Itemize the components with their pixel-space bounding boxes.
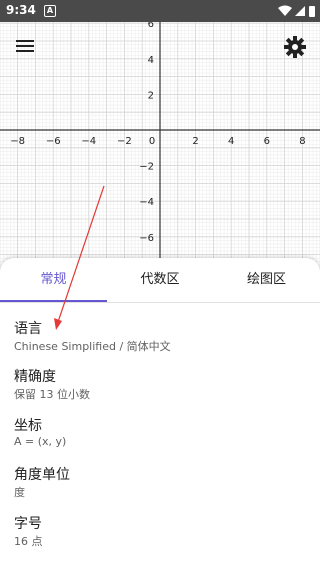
wifi-icon <box>278 5 292 16</box>
x-tick-label: 4 <box>228 136 234 147</box>
setting-language[interactable]: 语言 Chinese Simplified / 简体中文 <box>0 318 320 366</box>
setting-coordinates[interactable]: 坐标 A = (x, y) <box>0 415 320 463</box>
y-tick-label: 6 <box>148 22 154 30</box>
gear-icon <box>284 36 306 58</box>
x-tick-label: 8 <box>299 136 305 147</box>
settings-tabs: 常规 代数区 绘图区 <box>0 258 320 302</box>
setting-value: A = (x, y) <box>14 435 67 448</box>
setting-rounding[interactable]: 精确度 保留 13 位小数 <box>0 366 320 414</box>
settings-sheet: 常规 代数区 绘图区 语言 Chinese Simplified / 简体中文 … <box>0 258 320 568</box>
setting-value: Chinese Simplified / 简体中文 <box>14 340 171 353</box>
tab-divider <box>0 302 320 303</box>
y-tick-label: −2 <box>139 162 154 173</box>
setting-font-size[interactable]: 字号 16 点 <box>0 513 320 561</box>
menu-icon-bar <box>16 40 34 42</box>
menu-icon-bar <box>16 45 34 47</box>
y-tick-label: 2 <box>148 90 154 101</box>
app-notification-icon: A <box>44 5 56 17</box>
y-tick-label: 4 <box>148 55 154 66</box>
settings-button[interactable] <box>282 34 308 60</box>
y-tick-label: −6 <box>139 233 154 244</box>
setting-title: 角度单位 <box>14 467 70 483</box>
x-tick-label: −2 <box>117 136 132 147</box>
setting-title: 字号 <box>14 516 42 532</box>
tab-graphics[interactable]: 绘图区 <box>213 258 320 302</box>
setting-title: 语言 <box>14 321 42 337</box>
setting-value: 度 <box>14 486 25 499</box>
signal-icon <box>295 6 305 16</box>
status-icons <box>278 5 315 17</box>
x-tick-label: −8 <box>10 136 25 147</box>
setting-value: 保留 13 位小数 <box>14 388 90 401</box>
setting-angle-unit[interactable]: 角度单位 度 <box>0 464 320 512</box>
setting-title: 坐标 <box>14 418 42 434</box>
x-tick-label: 6 <box>264 136 270 147</box>
y-tick-label: −4 <box>139 197 154 208</box>
tab-algebra[interactable]: 代数区 <box>107 258 213 302</box>
battery-icon <box>309 6 315 17</box>
x-tick-label: −6 <box>46 136 61 147</box>
menu-icon-bar <box>16 50 34 52</box>
status-bar: 9:34 A <box>0 0 320 22</box>
x-tick-label: 0 <box>149 136 155 147</box>
x-tick-label: −4 <box>81 136 96 147</box>
setting-title: 精确度 <box>14 369 56 385</box>
status-time: 9:34 <box>6 3 36 17</box>
tab-general[interactable]: 常规 <box>0 258 107 302</box>
x-tick-label: 2 <box>192 136 198 147</box>
coordinate-grid[interactable]: −8 −6 −4 −2 0 2 4 6 8 6 4 2 −2 −4 −6 <box>0 22 320 272</box>
graphics-view[interactable]: −8 −6 −4 −2 0 2 4 6 8 6 4 2 −2 −4 −6 <box>0 22 320 272</box>
setting-value: 16 点 <box>14 535 43 548</box>
menu-button[interactable] <box>11 35 39 57</box>
